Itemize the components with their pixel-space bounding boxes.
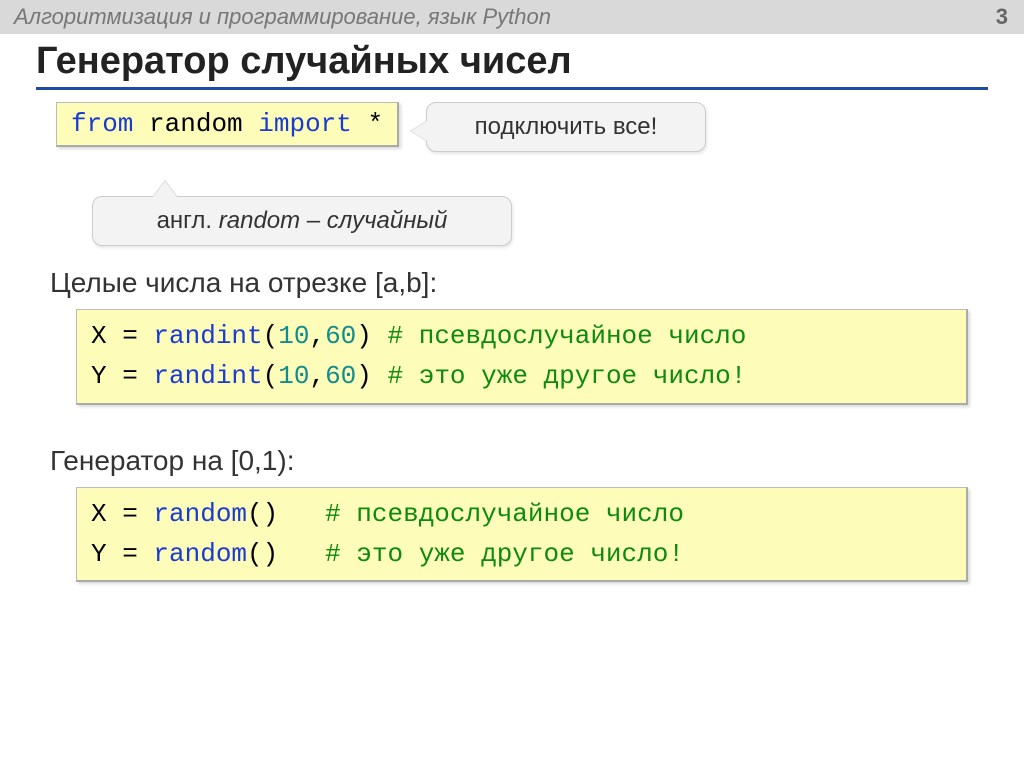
paren: ) bbox=[356, 321, 372, 351]
comment: # это уже другое число! bbox=[388, 361, 747, 391]
paren: ) bbox=[356, 361, 372, 391]
callout-arrow-icon bbox=[411, 121, 427, 141]
comment: # это уже другое число! bbox=[325, 539, 684, 569]
comment: # псевдослучайное число bbox=[388, 321, 747, 351]
code-line: Y = randint(10,60) # это уже другое числ… bbox=[91, 356, 952, 396]
num: 10 bbox=[278, 361, 309, 391]
pad bbox=[278, 539, 325, 569]
slide-title: Генератор случайных чисел bbox=[36, 40, 988, 90]
subhead-int: Целые числа на отрезке [a,b]: bbox=[50, 267, 988, 299]
code-line: Y = random() # это уже другое число! bbox=[91, 534, 952, 574]
annotation-prefix: англ. bbox=[157, 207, 219, 234]
var: X bbox=[91, 321, 107, 351]
fn: random bbox=[153, 539, 247, 569]
call: () bbox=[247, 499, 278, 529]
annotation-italic: random – случайный bbox=[219, 207, 448, 234]
annotation-connect-all: подключить все! bbox=[426, 102, 706, 152]
slide-content: Генератор случайных чисел from random im… bbox=[0, 34, 1024, 582]
comma: , bbox=[309, 321, 325, 351]
fn: random bbox=[153, 499, 247, 529]
paren: ( bbox=[263, 361, 279, 391]
var: X bbox=[91, 499, 107, 529]
top-bar: Алгоритмизация и программирование, язык … bbox=[0, 0, 1024, 34]
code-line: X = randint(10,60) # псевдослучайное чис… bbox=[91, 316, 952, 356]
pad bbox=[278, 499, 325, 529]
page-number: 3 bbox=[996, 4, 1008, 30]
float-code-box: X = random() # псевдослучайное число Y =… bbox=[76, 487, 968, 583]
annotation-random-meaning: англ. random – случайный bbox=[92, 196, 512, 246]
num: 60 bbox=[325, 321, 356, 351]
subhead-float: Генератор на [0,1): bbox=[50, 445, 988, 477]
fn: randint bbox=[153, 361, 262, 391]
topic-text: Алгоритмизация и программирование, язык … bbox=[14, 4, 551, 29]
import-block: from random import * подключить все! анг… bbox=[56, 102, 988, 147]
call: () bbox=[247, 539, 278, 569]
module-name: random bbox=[149, 109, 243, 139]
import-code-box: from random import * bbox=[56, 102, 399, 147]
num: 10 bbox=[278, 321, 309, 351]
var: Y bbox=[91, 361, 107, 391]
kw-from: from bbox=[71, 109, 133, 139]
var: Y bbox=[91, 539, 107, 569]
callout-arrow-icon bbox=[153, 181, 177, 197]
annotation-connect-all-text: подключить все! bbox=[475, 113, 658, 140]
num: 60 bbox=[325, 361, 356, 391]
kw-import: import bbox=[258, 109, 352, 139]
code-line: X = random() # псевдослучайное число bbox=[91, 494, 952, 534]
paren: ( bbox=[263, 321, 279, 351]
int-code-box: X = randint(10,60) # псевдослучайное чис… bbox=[76, 309, 968, 405]
comment: # псевдослучайное число bbox=[325, 499, 684, 529]
star: * bbox=[368, 109, 384, 139]
fn: randint bbox=[153, 321, 262, 351]
comma: , bbox=[309, 361, 325, 391]
